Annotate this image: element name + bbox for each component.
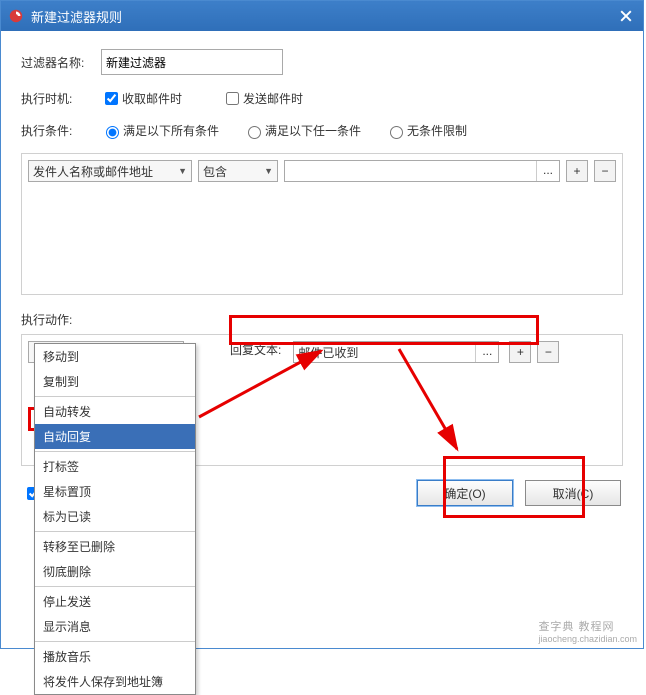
reply-text-label: 回复文本:	[230, 341, 281, 358]
dropdown-item[interactable]: 转移至已删除	[35, 534, 195, 559]
dropdown-item[interactable]: 星标置顶	[35, 479, 195, 504]
checkbox-on-send-input[interactable]	[226, 92, 239, 105]
separator	[35, 641, 195, 642]
dropdown-item[interactable]: 打标签	[35, 454, 195, 479]
cond-op-select[interactable]: 包含 ▼	[198, 160, 278, 182]
ok-button[interactable]: 确定(O)	[417, 480, 513, 506]
filter-name-label: 过滤器名称:	[21, 54, 101, 71]
separator	[35, 586, 195, 587]
action-dropdown: 移动到 复制到 自动转发 自动回复 打标签 星标置顶 标为已读 转移至已删除 彻…	[34, 343, 196, 695]
dropdown-item[interactable]: 停止发送	[35, 589, 195, 614]
radio-none-input[interactable]	[390, 126, 403, 139]
add-condition-button[interactable]: +	[566, 160, 588, 182]
exec-action-label: 执行动作:	[21, 311, 101, 328]
dropdown-item[interactable]: 播放音乐	[35, 644, 195, 669]
dropdown-item[interactable]: 将发件人保存到地址簿	[35, 669, 195, 694]
checkbox-on-send[interactable]: 发送邮件时	[222, 89, 303, 108]
dropdown-item[interactable]: 移动到	[35, 344, 195, 369]
checkbox-on-send-text: 发送邮件时	[243, 90, 303, 107]
exec-time-label: 执行时机:	[21, 90, 101, 107]
radio-any[interactable]: 满足以下任一条件	[243, 122, 361, 139]
dropdown-item[interactable]: 复制到	[35, 369, 195, 394]
checkbox-on-receive-text: 收取邮件时	[122, 90, 182, 107]
add-action-button[interactable]: +	[509, 341, 531, 363]
dropdown-item[interactable]: 自动转发	[35, 399, 195, 424]
chevron-down-icon: ▼	[172, 166, 187, 176]
dropdown-item-selected[interactable]: 自动回复	[35, 424, 195, 449]
exec-cond-label: 执行条件:	[21, 122, 101, 139]
separator	[35, 396, 195, 397]
close-button[interactable]	[609, 1, 643, 31]
app-logo-icon	[7, 7, 25, 25]
radio-all-input[interactable]	[106, 126, 119, 139]
remove-condition-button[interactable]: −	[594, 160, 616, 182]
remove-action-button[interactable]: −	[537, 341, 559, 363]
chevron-down-icon: ▼	[258, 166, 273, 176]
radio-any-input[interactable]	[248, 126, 261, 139]
dialog-window: 新建过滤器规则 过滤器名称: 执行时机: 收取邮件时 发送邮件时 执行条件:	[0, 0, 644, 649]
conditions-panel: 发件人名称或邮件地址 ▼ 包含 ▼ ... + −	[21, 153, 623, 295]
watermark: 查字典 教程网 jiaocheng.chazidian.com	[538, 618, 637, 644]
filter-name-input[interactable]	[101, 49, 283, 75]
reply-text-input[interactable]: 邮件已收到 ...	[293, 341, 499, 363]
radio-none[interactable]: 无条件限制	[385, 122, 467, 139]
dropdown-item[interactable]: 标为已读	[35, 504, 195, 529]
cond-value-input[interactable]: ...	[284, 160, 560, 182]
browse-button[interactable]: ...	[536, 161, 559, 181]
checkbox-on-receive-input[interactable]	[105, 92, 118, 105]
cond-field-select[interactable]: 发件人名称或邮件地址 ▼	[28, 160, 192, 182]
cancel-button[interactable]: 取消(C)	[525, 480, 621, 506]
reply-browse-button[interactable]: ...	[475, 342, 498, 362]
close-icon	[620, 10, 632, 22]
separator	[35, 451, 195, 452]
title-bar: 新建过滤器规则	[1, 1, 643, 31]
dropdown-item[interactable]: 彻底删除	[35, 559, 195, 584]
dropdown-item[interactable]: 显示消息	[35, 614, 195, 639]
radio-all[interactable]: 满足以下所有条件	[101, 122, 219, 139]
window-title: 新建过滤器规则	[31, 7, 122, 26]
checkbox-on-receive[interactable]: 收取邮件时	[101, 89, 182, 108]
separator	[35, 531, 195, 532]
